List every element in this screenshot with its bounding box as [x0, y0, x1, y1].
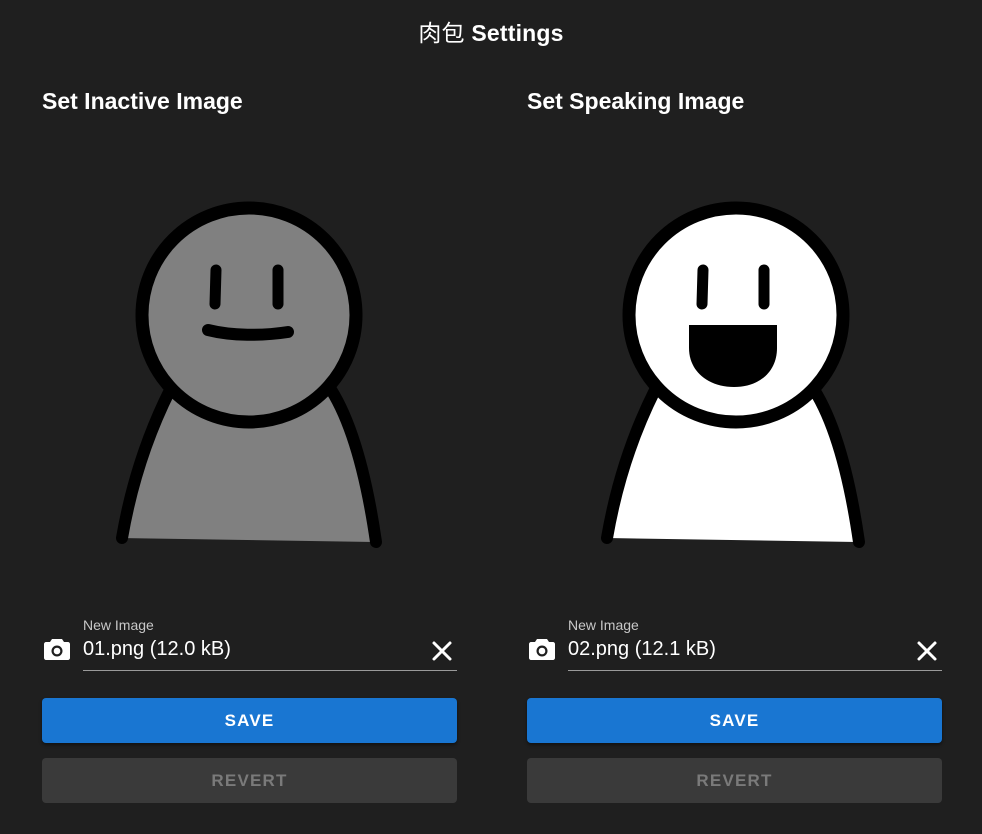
file-input-underline — [568, 670, 942, 671]
revert-button-speaking[interactable]: REVERT — [527, 758, 942, 803]
panel-title-inactive: Set Inactive Image — [42, 88, 243, 114]
inactive-image-panel: Set Inactive Image New Image 01.png (12.… — [42, 0, 457, 834]
speaking-file-input[interactable]: New Image 02.png (12.1 kB) — [527, 612, 942, 672]
camera-icon[interactable] — [44, 638, 70, 660]
inactive-avatar-preview — [42, 180, 457, 570]
speaking-avatar-image — [601, 201, 865, 548]
file-input-underline — [83, 670, 457, 671]
inactive-avatar-image — [116, 201, 382, 548]
close-icon[interactable] — [912, 636, 942, 666]
save-button-inactive[interactable]: SAVE — [42, 698, 457, 743]
file-input-label: New Image — [83, 617, 154, 633]
speaking-avatar-preview — [527, 180, 942, 570]
file-input-value[interactable]: 02.png (12.1 kB) — [568, 638, 716, 661]
camera-icon[interactable] — [529, 638, 555, 660]
close-icon[interactable] — [427, 636, 457, 666]
panel-title-speaking: Set Speaking Image — [527, 88, 745, 114]
file-input-label: New Image — [568, 617, 639, 633]
file-input-value[interactable]: 01.png (12.0 kB) — [83, 638, 231, 661]
settings-page: 肉包 Settings Set Inactive Image New Image… — [0, 0, 982, 834]
speaking-image-panel: Set Speaking Image New Image 02.png (12.… — [527, 0, 942, 834]
inactive-file-input[interactable]: New Image 01.png (12.0 kB) — [42, 612, 457, 672]
revert-button-inactive[interactable]: REVERT — [42, 758, 457, 803]
save-button-speaking[interactable]: SAVE — [527, 698, 942, 743]
